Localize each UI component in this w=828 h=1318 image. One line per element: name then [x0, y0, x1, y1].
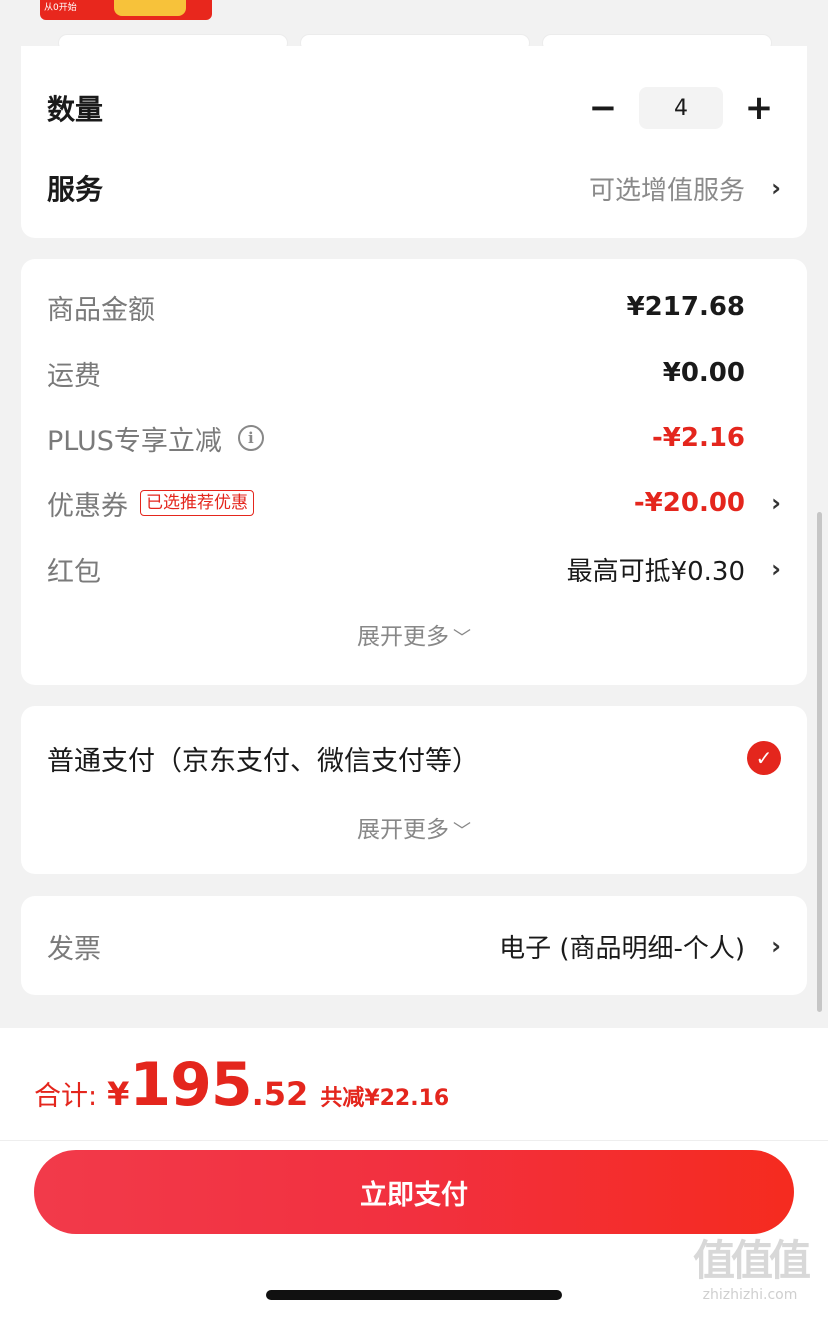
payment-expand-more[interactable]: 展开更多 ﹀	[21, 810, 807, 844]
plus-discount-label: PLUS专享立减	[47, 425, 222, 457]
currency-symbol: ¥	[107, 1075, 130, 1113]
divider	[0, 1140, 828, 1141]
invoice-value: 电子 (商品明细-个人)	[499, 933, 745, 964]
watermark: 值值值 zhizhizhi.com	[678, 1236, 822, 1312]
plus-discount-value: -¥2.16	[651, 423, 745, 453]
quantity-input[interactable]: 4	[639, 87, 723, 129]
watermark-site: zhizhizhi.com	[702, 1287, 798, 1303]
redpacket-label: 红包	[47, 556, 101, 588]
goods-amount-row: 商品金额 ¥217.68	[47, 285, 781, 329]
invoice-label: 发票	[47, 933, 101, 965]
service-value: 可选增值服务	[588, 175, 745, 206]
invoice-row[interactable]: 发票 电子 (商品明细-个人) ›	[47, 924, 781, 968]
invoice-card[interactable]: 发票 电子 (商品明细-个人) ›	[21, 896, 807, 995]
total-integer: 195	[129, 1050, 252, 1120]
promo-banner[interactable]: 从0开始	[40, 0, 212, 20]
coupon-row[interactable]: 优惠券 已选推荐优惠 -¥20.00 ›	[47, 481, 781, 525]
checkmark-icon[interactable]: ✓	[747, 741, 781, 775]
payment-method-row[interactable]: 普通支付（京东支付、微信支付等） ✓	[47, 736, 781, 780]
chevron-down-icon: ﹀	[453, 821, 471, 842]
redpacket-value: 最高可抵¥0.30	[566, 556, 745, 587]
coupon-value: -¥20.00	[633, 488, 745, 518]
home-indicator[interactable]	[266, 1290, 562, 1300]
redpacket-row[interactable]: 红包 最高可抵¥0.30 ›	[47, 547, 781, 591]
total-saved: 共减¥22.16	[320, 1086, 450, 1111]
total-label: 合计:	[34, 1081, 98, 1112]
shipping-row: 运费 ¥0.00	[47, 351, 781, 395]
service-label: 服务	[47, 173, 104, 206]
quantity-minus-button[interactable]: −	[581, 86, 625, 130]
goods-amount-label: 商品金额	[47, 294, 155, 326]
amount-card: 商品金额 ¥217.68 运费 ¥0.00 PLUS专享立减 i -¥2.16 …	[21, 259, 807, 685]
total-decimal: .52	[251, 1075, 309, 1113]
expand-more-label: 展开更多	[357, 817, 449, 843]
promo-coin-image	[114, 0, 186, 16]
quantity-row: 数量 − 4 +	[47, 80, 781, 136]
quantity-stepper: − 4 +	[581, 86, 781, 130]
quantity-service-card: 数量 − 4 + 服务 可选增值服务 ›	[21, 46, 807, 238]
plus-discount-row: PLUS专享立减 i -¥2.16	[47, 416, 781, 460]
quantity-plus-button[interactable]: +	[737, 86, 781, 130]
service-row[interactable]: 服务 可选增值服务 ›	[47, 160, 781, 216]
chevron-down-icon: ﹀	[453, 628, 471, 649]
promo-text: 从0开始	[44, 3, 77, 13]
chevron-right-icon: ›	[771, 489, 781, 517]
amount-expand-more[interactable]: 展开更多 ﹀	[21, 617, 807, 651]
goods-amount-value: ¥217.68	[626, 292, 745, 322]
pay-now-button[interactable]: 立即支付	[34, 1150, 794, 1234]
watermark-logo: 值值值	[692, 1236, 811, 1285]
payment-card: 普通支付（京东支付、微信支付等） ✓ 展开更多 ﹀	[21, 706, 807, 874]
chevron-right-icon: ›	[771, 174, 781, 202]
total-row: 合计: ¥ 195 .52 共减¥22.16	[34, 1050, 449, 1120]
coupon-recommended-badge: 已选推荐优惠	[140, 490, 254, 516]
payment-method-label: 普通支付（京东支付、微信支付等）	[47, 745, 479, 777]
shipping-label: 运费	[47, 360, 101, 392]
quantity-label: 数量	[47, 93, 104, 126]
scrollbar[interactable]	[817, 512, 822, 1012]
chevron-right-icon: ›	[771, 932, 781, 960]
info-icon[interactable]: i	[237, 425, 264, 451]
chevron-right-icon: ›	[771, 555, 781, 583]
coupon-label: 优惠券	[47, 490, 128, 522]
top-strip: 从0开始	[0, 0, 828, 52]
shipping-value: ¥0.00	[662, 358, 745, 388]
expand-more-label: 展开更多	[357, 624, 449, 650]
